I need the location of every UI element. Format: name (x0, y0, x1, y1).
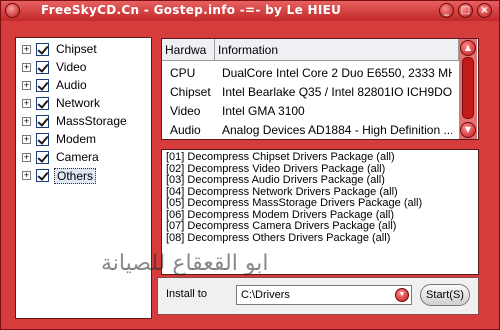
table-row[interactable]: Video Intel GMA 3100 (162, 101, 478, 121)
tree-item-label: Audio (56, 78, 87, 92)
information-cell: DualCore Intel Core 2 Duo E6550, 2333 MH… (222, 66, 452, 80)
tree-item-camera[interactable]: + Camera (22, 149, 150, 167)
table-row[interactable]: Chipset Intel Bearlake Q35 / Intel 82801… (162, 82, 478, 102)
install-bar: Install to C:\Drivers ▼ Start(S) (157, 277, 479, 315)
modem-checkbox[interactable] (36, 133, 49, 146)
audio-checkbox[interactable] (36, 79, 49, 92)
video-checkbox[interactable] (36, 61, 49, 74)
information-cell: Analog Devices AD1884 - High Definition … (222, 123, 452, 137)
driver-category-tree: + Chipset + Video + Audio + Network + Ma… (15, 37, 152, 319)
tree-item-modem[interactable]: + Modem (22, 131, 150, 149)
tree-item-chipset[interactable]: + Chipset (22, 41, 150, 59)
app-icon[interactable] (5, 3, 20, 18)
information-cell: Intel Bearlake Q35 / Intel 82801IO ICH9D… (222, 85, 452, 99)
others-checkbox[interactable] (36, 169, 49, 182)
tree-item-label: Video (56, 60, 87, 74)
tree-item-video[interactable]: + Video (22, 59, 150, 77)
tree-item-label: Chipset (56, 42, 97, 56)
expand-icon[interactable]: + (22, 45, 31, 54)
expand-icon[interactable]: + (22, 171, 31, 180)
maximize-button[interactable]: □ (458, 3, 473, 18)
tree-item-label: Modem (56, 132, 97, 146)
information-cell: Intel GMA 3100 (222, 104, 305, 118)
table-row[interactable]: Audio Analog Devices AD1884 - High Defin… (162, 120, 478, 140)
massstorage-checkbox[interactable] (36, 115, 49, 128)
install-path-select[interactable]: C:\Drivers ▼ (236, 285, 412, 305)
tree-item-label: Camera (56, 150, 99, 164)
expand-icon[interactable]: + (22, 135, 31, 144)
table-row[interactable]: CPU DualCore Intel Core 2 Duo E6550, 233… (162, 63, 478, 83)
network-checkbox[interactable] (36, 97, 49, 110)
expand-icon[interactable]: + (22, 153, 31, 162)
installer-window: FreeSkyCD.Cn - Gostep.info -=- by Le HIE… (0, 0, 500, 330)
install-path-value: C:\Drivers (241, 289, 290, 301)
log-line: [08] Decompress Others Drivers Package (… (166, 231, 391, 244)
expand-icon[interactable]: + (22, 99, 31, 108)
scroll-up-button[interactable]: ▲ (460, 40, 476, 56)
expand-icon[interactable]: + (22, 81, 31, 90)
dropdown-arrow-icon[interactable]: ▼ (395, 288, 409, 302)
title-bar[interactable]: FreeSkyCD.Cn - Gostep.info -=- by Le HIE… (1, 1, 499, 21)
tree-item-label: MassStorage (56, 114, 127, 128)
hardware-info-table: Hardwa Information CPU DualCore Intel Co… (161, 38, 479, 140)
hardware-cell: Chipset (170, 85, 211, 99)
log-line: [07] Decompress Camera Drivers Package (… (166, 220, 397, 232)
vertical-scrollbar[interactable]: ▲ ▼ (459, 39, 477, 139)
start-button[interactable]: Start(S) (420, 284, 470, 306)
close-button[interactable]: × (477, 3, 492, 18)
chipset-checkbox[interactable] (36, 43, 49, 56)
tree-item-network[interactable]: + Network (22, 95, 150, 113)
window-title: FreeSkyCD.Cn - Gostep.info -=- by Le HIE… (41, 3, 342, 17)
tree-item-label: Network (56, 96, 101, 110)
log-line: [03] Decompress Audio Drivers Package (a… (166, 174, 385, 186)
column-header-hardware[interactable]: Hardwa (162, 39, 215, 61)
scrollbar-thumb[interactable] (462, 57, 474, 119)
hardware-cell: Audio (170, 123, 201, 137)
watermark-text: ابو القعقاع للصيانة (101, 251, 269, 276)
minimize-button[interactable]: _ (439, 3, 454, 18)
expand-icon[interactable]: + (22, 117, 31, 126)
camera-checkbox[interactable] (36, 151, 49, 164)
tree-item-label: Others (54, 168, 97, 184)
log-line: [01] Decompress Chipset Drivers Package … (166, 151, 395, 163)
tree-item-others[interactable]: + Others (22, 167, 150, 185)
hardware-cell: CPU (170, 66, 196, 80)
hardware-cell: Video (170, 104, 201, 118)
log-line: [05] Decompress MassStorage Drivers Pack… (166, 197, 423, 209)
tree-item-massstorage[interactable]: + MassStorage (22, 113, 150, 131)
column-header-information[interactable]: Information (215, 39, 459, 61)
expand-icon[interactable]: + (22, 63, 31, 72)
install-to-label: Install to (166, 288, 207, 300)
tree-item-audio[interactable]: + Audio (22, 77, 150, 95)
scroll-down-button[interactable]: ▼ (460, 122, 476, 138)
